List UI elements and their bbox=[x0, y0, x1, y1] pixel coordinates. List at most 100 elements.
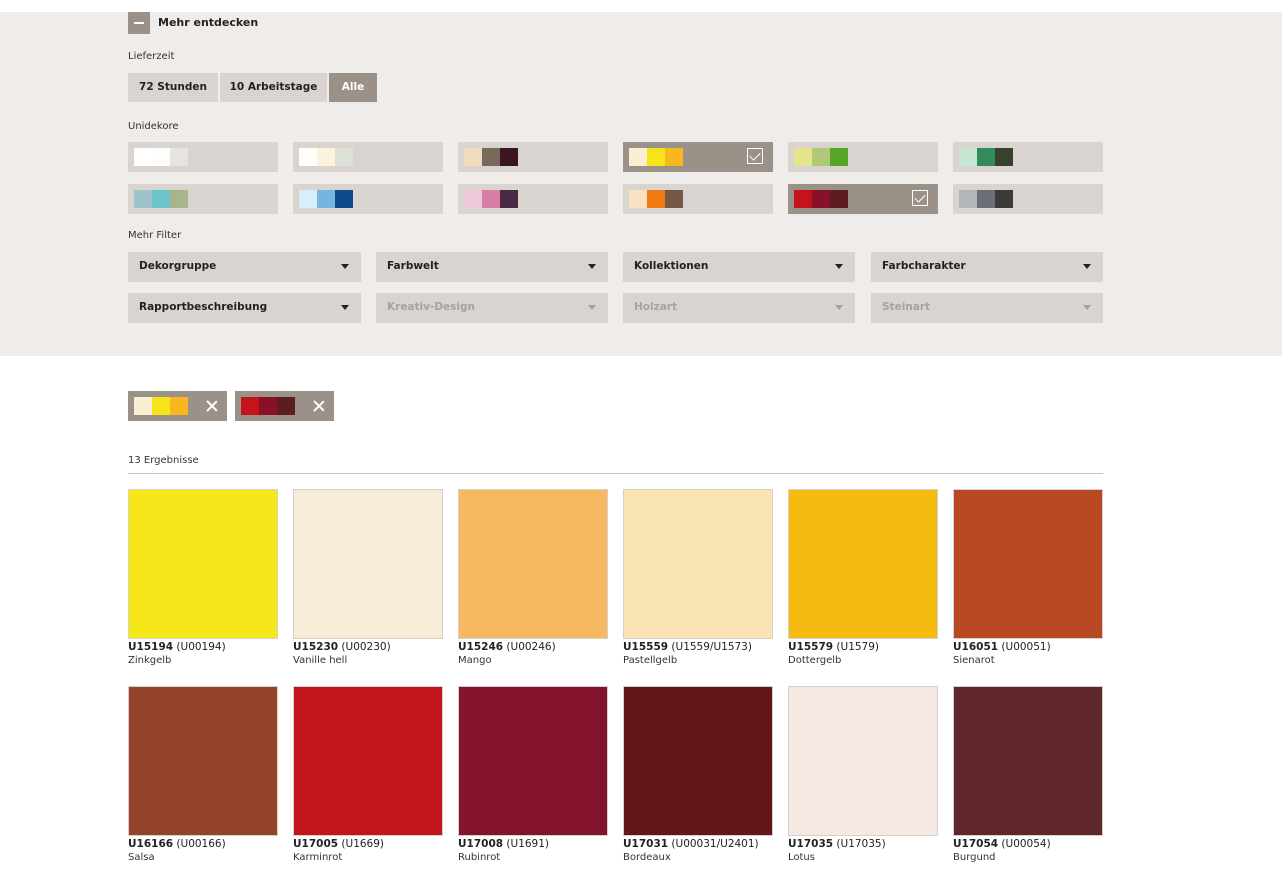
kollektionen-dropdown[interactable]: Kollektionen bbox=[623, 252, 855, 282]
lieferzeit-72-stunden-button[interactable]: 72 Stunden bbox=[128, 73, 218, 102]
result-card[interactable]: U17054 (U00054) Burgund bbox=[953, 686, 1103, 863]
results-count: 13 Ergebnisse bbox=[128, 455, 199, 466]
decor-code-main: U17005 bbox=[293, 838, 339, 850]
decor-code-main: U15194 bbox=[128, 641, 174, 653]
checkmark-icon bbox=[747, 148, 763, 164]
result-card[interactable]: U16051 (U00051) Sienarot bbox=[953, 489, 1103, 666]
color-chip bbox=[299, 148, 317, 166]
dropdown-label: Holzart bbox=[634, 301, 677, 313]
color-chip bbox=[134, 397, 152, 415]
decor-code-main: U15230 bbox=[293, 641, 339, 653]
dropdown-label: Dekorgruppe bbox=[139, 260, 217, 272]
decor-code-main: U17054 bbox=[953, 838, 999, 850]
color-chip bbox=[500, 190, 518, 208]
lieferzeit-label: Lieferzeit bbox=[128, 51, 175, 62]
decor-code-alt: (U1691) bbox=[506, 838, 550, 850]
result-card[interactable]: U17031 (U00031/U2401) Bordeaux bbox=[623, 686, 773, 863]
color-chip bbox=[464, 148, 482, 166]
result-card[interactable]: U15230 (U00230) Vanille hell bbox=[293, 489, 443, 666]
color-swatch[interactable] bbox=[788, 686, 938, 836]
dropdown-label: Kreativ-Design bbox=[387, 301, 476, 313]
color-chip bbox=[794, 148, 812, 166]
decor-code-main: U16051 bbox=[953, 641, 999, 653]
color-chip bbox=[647, 190, 665, 208]
color-chip bbox=[794, 190, 812, 208]
color-chip bbox=[995, 148, 1013, 166]
rapportbeschreibung-dropdown[interactable]: Rapportbeschreibung bbox=[128, 293, 361, 323]
color-chip bbox=[830, 148, 848, 166]
result-card[interactable]: U17008 (U1691) Rubinrot bbox=[458, 686, 608, 863]
result-card[interactable]: U17035 (U17035) Lotus bbox=[788, 686, 938, 863]
result-card[interactable]: U17005 (U1669) Karminrot bbox=[293, 686, 443, 863]
decor-code-alt: (U00230) bbox=[341, 641, 391, 653]
color-swatch[interactable] bbox=[623, 489, 773, 639]
decor-code-main: U17035 bbox=[788, 838, 834, 850]
result-card[interactable]: U15559 (U1559/U1573) Pastellgelb bbox=[623, 489, 773, 666]
decor-code: U17031 (U00031/U2401) bbox=[623, 838, 773, 850]
result-card[interactable]: U16166 (U00166) Salsa bbox=[128, 686, 278, 863]
result-card[interactable]: U15246 (U00246) Mango bbox=[458, 489, 608, 666]
decor-code-alt: (U00051) bbox=[1001, 641, 1051, 653]
decor-name: Bordeaux bbox=[623, 852, 671, 863]
color-swatch[interactable] bbox=[788, 489, 938, 639]
lieferzeit-10-arbeitstage-button[interactable]: 10 Arbeitstage bbox=[220, 73, 327, 102]
decor-name: Vanille hell bbox=[293, 655, 348, 666]
unidekore-label: Unidekore bbox=[128, 121, 179, 132]
farbwelt-dropdown[interactable]: Farbwelt bbox=[376, 252, 608, 282]
dropdown-label: Farbwelt bbox=[387, 260, 439, 272]
color-chip bbox=[152, 148, 170, 166]
color-swatch[interactable] bbox=[128, 489, 278, 639]
toggle-label[interactable]: Mehr entdecken bbox=[158, 16, 258, 29]
unidekore-swatch[interactable] bbox=[293, 184, 443, 214]
color-chip bbox=[241, 397, 259, 415]
unidekore-swatch[interactable] bbox=[788, 142, 938, 172]
color-swatch[interactable] bbox=[623, 686, 773, 836]
color-swatch[interactable] bbox=[953, 686, 1103, 836]
checkmark-icon bbox=[912, 190, 928, 206]
color-chip bbox=[335, 190, 353, 208]
caret-down-icon bbox=[835, 264, 843, 269]
color-swatch[interactable] bbox=[128, 686, 278, 836]
color-chip bbox=[134, 190, 152, 208]
color-chip bbox=[259, 397, 277, 415]
decor-code: U15579 (U1579) bbox=[788, 641, 938, 653]
color-swatch[interactable] bbox=[458, 489, 608, 639]
close-icon[interactable] bbox=[312, 399, 326, 413]
decor-code-alt: (U00054) bbox=[1001, 838, 1051, 850]
color-chip bbox=[335, 148, 353, 166]
color-swatch[interactable] bbox=[293, 686, 443, 836]
dekorgruppe-dropdown[interactable]: Dekorgruppe bbox=[128, 252, 361, 282]
color-swatch[interactable] bbox=[953, 489, 1103, 639]
color-chip bbox=[812, 190, 830, 208]
decor-code-main: U17008 bbox=[458, 838, 504, 850]
unidekore-swatch[interactable] bbox=[293, 142, 443, 172]
decor-name: Pastellgelb bbox=[623, 655, 678, 666]
color-chip bbox=[170, 190, 188, 208]
unidekore-swatch[interactable] bbox=[788, 184, 938, 214]
swatch-chips bbox=[794, 148, 848, 166]
unidekore-swatch[interactable] bbox=[953, 184, 1103, 214]
collapse-minus-icon[interactable] bbox=[128, 12, 150, 34]
filter-panel: Mehr entdecken Lieferzeit 72 Stunden 10 … bbox=[0, 12, 1282, 356]
close-icon[interactable] bbox=[205, 399, 219, 413]
unidekore-swatch[interactable] bbox=[623, 142, 773, 172]
farbcharakter-dropdown[interactable]: Farbcharakter bbox=[871, 252, 1103, 282]
color-swatch[interactable] bbox=[458, 686, 608, 836]
unidekore-swatch[interactable] bbox=[458, 142, 608, 172]
swatch-chips bbox=[629, 190, 683, 208]
swatch-chips bbox=[134, 190, 188, 208]
unidekore-swatch[interactable] bbox=[128, 184, 278, 214]
unidekore-swatch[interactable] bbox=[458, 184, 608, 214]
decor-name: Mango bbox=[458, 655, 492, 666]
lieferzeit-alle-button[interactable]: Alle bbox=[329, 73, 377, 102]
color-chip bbox=[959, 148, 977, 166]
result-card[interactable]: U15194 (U00194) Zinkgelb bbox=[128, 489, 278, 666]
decor-code-main: U15246 bbox=[458, 641, 504, 653]
unidekore-swatch[interactable] bbox=[953, 142, 1103, 172]
result-card[interactable]: U15579 (U1579) Dottergelb bbox=[788, 489, 938, 666]
unidekore-swatch[interactable] bbox=[623, 184, 773, 214]
unidekore-swatch[interactable] bbox=[128, 142, 278, 172]
swatch-chips bbox=[134, 397, 188, 415]
decor-name: Lotus bbox=[788, 852, 815, 863]
color-swatch[interactable] bbox=[293, 489, 443, 639]
